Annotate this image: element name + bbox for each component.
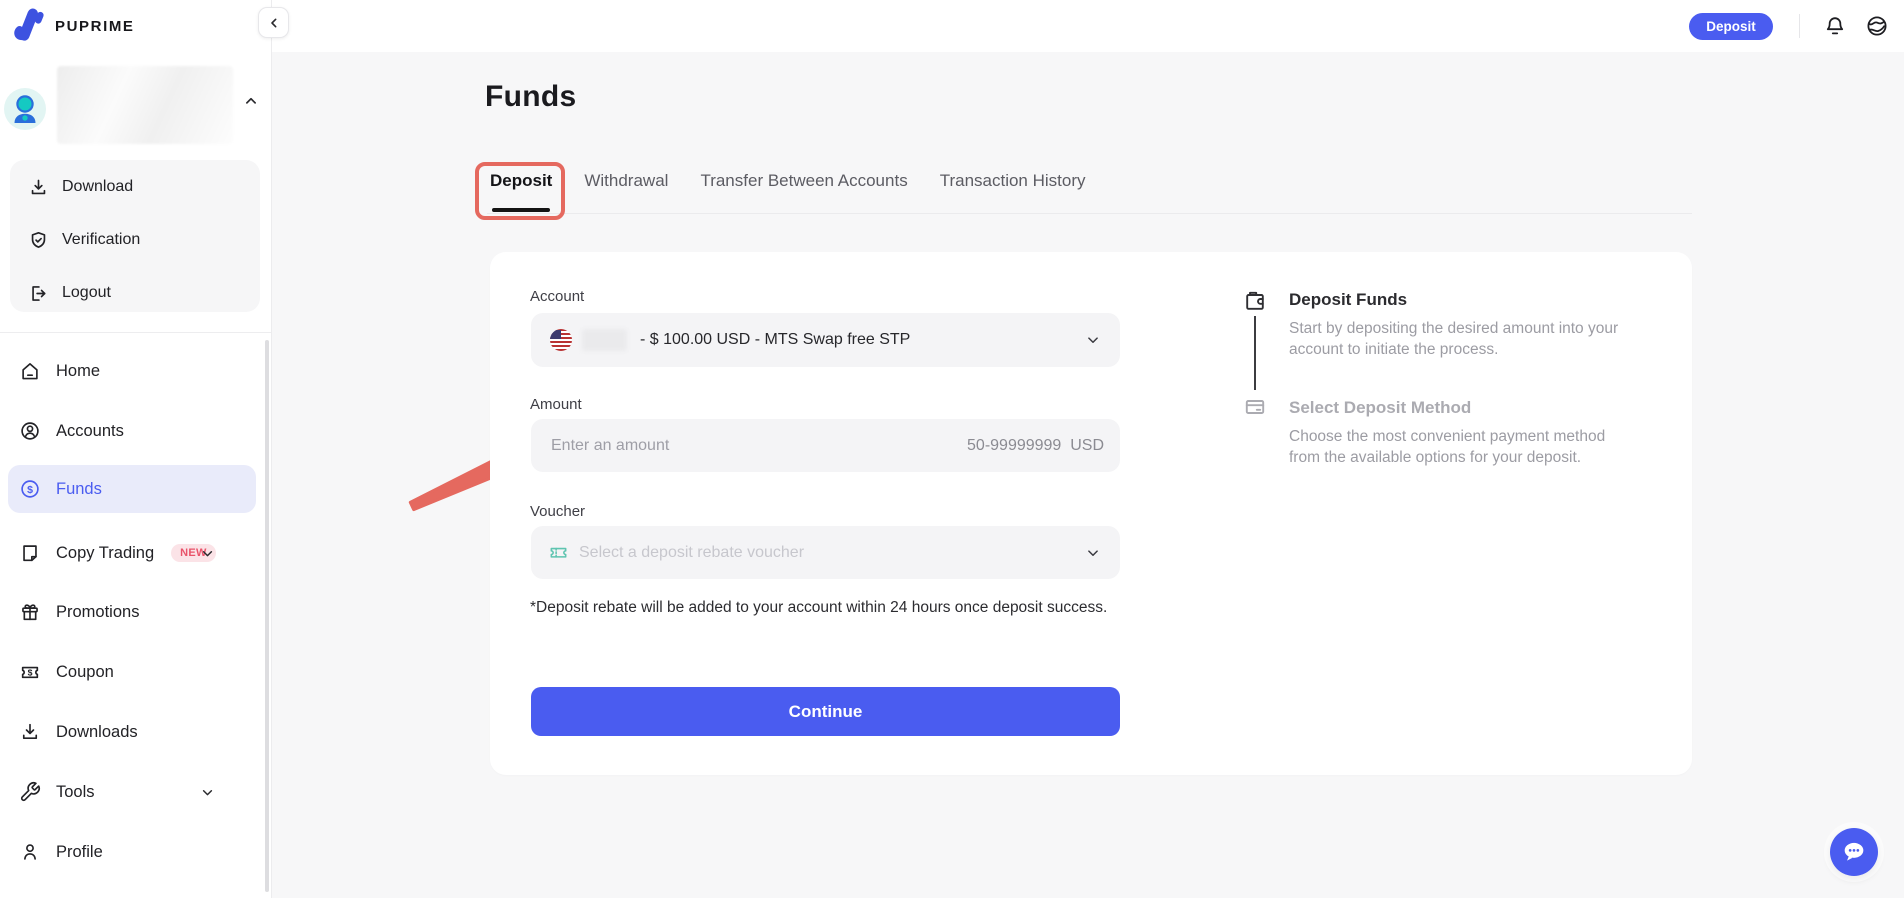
sidebar-item-label: Funds bbox=[56, 480, 102, 499]
account-select[interactable]: - $ 100.00 USD - MTS Swap free STP bbox=[531, 313, 1120, 367]
sidebar-item-promotions[interactable]: Promotions bbox=[0, 590, 260, 634]
tab-transaction-history[interactable]: Transaction History bbox=[940, 171, 1086, 191]
amount-label: Amount bbox=[530, 396, 582, 413]
voucher-select[interactable]: Select a deposit rebate voucher bbox=[531, 526, 1120, 579]
sidebar-item-profile[interactable]: Profile bbox=[0, 830, 260, 874]
username-redacted bbox=[57, 66, 233, 144]
sidebar-item-label: Tools bbox=[56, 783, 95, 802]
sidebar-scrollbar[interactable] bbox=[265, 340, 269, 892]
amount-input[interactable] bbox=[531, 437, 967, 455]
sidebar-item-label: Accounts bbox=[56, 422, 124, 441]
us-flag-icon bbox=[550, 329, 572, 351]
sidebar: Download Verification Logout bbox=[0, 52, 271, 898]
sidebar-border bbox=[271, 0, 272, 898]
menu-item-logout[interactable]: Logout bbox=[28, 278, 111, 308]
coupon-ticket-icon: $ bbox=[19, 661, 41, 683]
menu-item-download[interactable]: Download bbox=[28, 172, 133, 202]
brand-name: PUPRIME bbox=[55, 18, 135, 35]
funds-tabs: Deposit Withdrawal Transfer Between Acco… bbox=[490, 171, 1086, 191]
sidebar-item-label: Promotions bbox=[56, 603, 139, 622]
gift-icon bbox=[19, 601, 41, 623]
profile-dropdown-menu: Download Verification Logout bbox=[10, 160, 260, 312]
tab-transfer-between-accounts[interactable]: Transfer Between Accounts bbox=[700, 171, 907, 191]
deposit-rebate-note: *Deposit rebate will be added to your ac… bbox=[530, 599, 1107, 617]
home-icon bbox=[19, 360, 41, 382]
menu-item-label: Verification bbox=[62, 231, 140, 249]
live-chat-button[interactable] bbox=[1830, 828, 1878, 876]
menu-item-label: Download bbox=[62, 178, 133, 196]
chevron-down-icon bbox=[1084, 331, 1102, 349]
svg-text:$: $ bbox=[28, 667, 33, 677]
chevron-down-icon bbox=[199, 545, 216, 562]
sidebar-item-downloads[interactable]: Downloads bbox=[0, 710, 260, 754]
sidebar-item-tools[interactable]: Tools bbox=[0, 770, 260, 814]
deposit-funds-step-icon bbox=[1243, 289, 1267, 313]
wrench-icon bbox=[19, 781, 41, 803]
funds-dollar-icon: $ bbox=[19, 478, 41, 500]
amount-range-hint: 50-99999999 USD bbox=[967, 437, 1120, 455]
continue-button[interactable]: Continue bbox=[531, 687, 1120, 736]
puprime-logo-icon bbox=[12, 8, 46, 44]
account-number-redacted bbox=[582, 329, 627, 351]
tab-withdrawal[interactable]: Withdrawal bbox=[584, 171, 668, 191]
page-title: Funds bbox=[485, 80, 577, 114]
sidebar-item-label: Coupon bbox=[56, 663, 114, 682]
chevron-down-icon bbox=[199, 784, 216, 801]
sidebar-item-label: Copy Trading bbox=[56, 544, 154, 563]
sidebar-item-accounts[interactable]: Accounts bbox=[0, 409, 260, 453]
person-icon bbox=[19, 841, 41, 863]
logout-icon bbox=[28, 283, 49, 304]
select-deposit-method-step-icon bbox=[1243, 395, 1267, 419]
topbar-divider bbox=[1799, 14, 1800, 38]
puprime-logo: PUPRIME bbox=[12, 8, 135, 44]
active-tab-underline bbox=[492, 208, 550, 212]
chevron-left-icon bbox=[266, 15, 282, 31]
app-window: PUPRIME Deposit bbox=[0, 0, 1904, 898]
download-icon bbox=[28, 177, 49, 198]
sidebar-item-label: Downloads bbox=[56, 723, 138, 742]
account-select-value: - $ 100.00 USD - MTS Swap free STP bbox=[640, 331, 910, 349]
tabs-divider bbox=[487, 213, 1692, 214]
language-globe-icon[interactable] bbox=[1864, 13, 1890, 39]
step-title-deposit-funds: Deposit Funds bbox=[1289, 290, 1407, 310]
user-avatar[interactable] bbox=[4, 88, 46, 130]
topbar-actions: Deposit bbox=[1689, 0, 1890, 52]
chevron-down-icon bbox=[1084, 544, 1102, 562]
sidebar-item-copy-trading[interactable]: Copy Trading NEW bbox=[0, 531, 260, 575]
sidebar-divider bbox=[0, 332, 271, 333]
voucher-label: Voucher bbox=[530, 503, 585, 520]
menu-item-label: Logout bbox=[62, 284, 111, 302]
sidebar-item-label: Profile bbox=[56, 843, 103, 862]
menu-item-verification[interactable]: Verification bbox=[28, 225, 140, 255]
voucher-select-placeholder: Select a deposit rebate voucher bbox=[579, 544, 804, 562]
sidebar-item-funds[interactable]: $ Funds bbox=[8, 465, 256, 513]
sidebar-item-label: Home bbox=[56, 362, 100, 381]
sidebar-item-coupon[interactable]: $ Coupon bbox=[0, 650, 260, 694]
topbar-deposit-button[interactable]: Deposit bbox=[1689, 13, 1773, 40]
download-icon bbox=[19, 721, 41, 743]
copy-trading-icon bbox=[19, 542, 41, 564]
tab-deposit[interactable]: Deposit bbox=[490, 171, 552, 191]
sidebar-collapse-button[interactable] bbox=[258, 7, 289, 38]
notifications-bell-icon[interactable] bbox=[1822, 13, 1848, 39]
step-title-select-deposit-method: Select Deposit Method bbox=[1289, 398, 1471, 418]
account-label: Account bbox=[530, 288, 584, 305]
step-connector-line bbox=[1254, 316, 1256, 390]
main-content: Funds Deposit Withdrawal Transfer Betwee… bbox=[272, 52, 1904, 898]
chevron-up-icon[interactable] bbox=[242, 92, 260, 110]
voucher-ticket-icon bbox=[548, 542, 569, 563]
shield-check-icon bbox=[28, 230, 49, 251]
step-desc-deposit-funds: Start by depositing the desired amount i… bbox=[1289, 318, 1629, 360]
chat-bubble-icon bbox=[1840, 838, 1868, 866]
amount-field: 50-99999999 USD bbox=[531, 419, 1120, 472]
svg-text:$: $ bbox=[27, 484, 33, 496]
deposit-card: Account - $ 100.00 USD - MTS Swap free S… bbox=[490, 252, 1692, 775]
sidebar-item-home[interactable]: Home bbox=[0, 349, 260, 393]
accounts-icon bbox=[19, 420, 41, 442]
step-desc-select-deposit-method: Choose the most convenient payment metho… bbox=[1289, 426, 1629, 468]
